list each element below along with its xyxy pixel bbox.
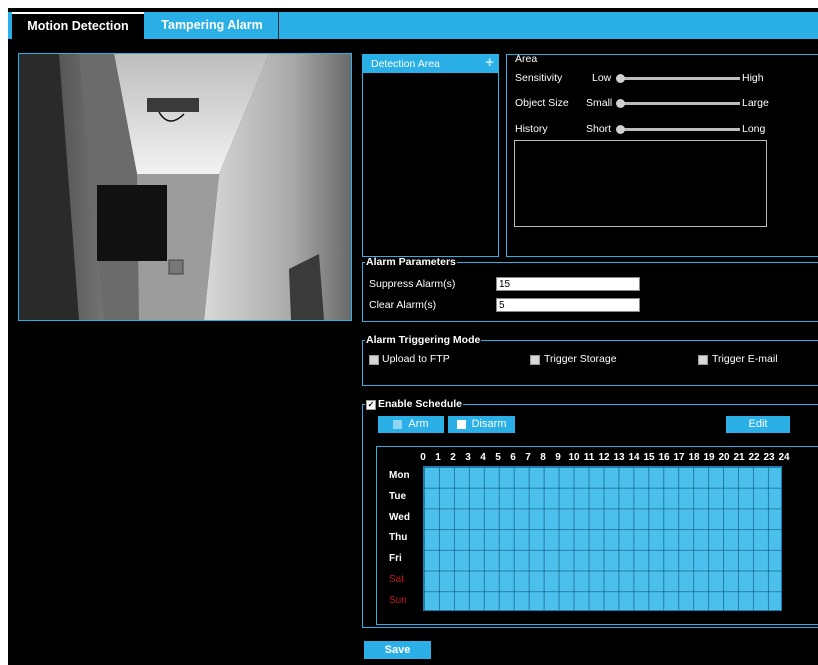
history-label: History — [515, 123, 548, 135]
tab-motion-detection[interactable]: Motion Detection — [12, 12, 144, 39]
object-size-min-label: Small — [586, 97, 613, 109]
day-label-thu: Thu — [389, 532, 408, 543]
hour-label-6: 6 — [510, 452, 516, 463]
hour-label-9: 9 — [555, 452, 561, 463]
hour-label-5: 5 — [495, 452, 501, 463]
hour-label-15: 15 — [643, 452, 655, 463]
hour-label-20: 20 — [718, 452, 730, 463]
camera-image — [19, 54, 351, 320]
object-size-label: Object Size — [515, 97, 569, 109]
disarm-swatch — [456, 419, 466, 429]
hour-label-21: 21 — [733, 452, 745, 463]
day-label-wed: Wed — [389, 512, 410, 523]
hour-label-18: 18 — [688, 452, 700, 463]
history-min-label: Short — [586, 123, 612, 135]
suppress-alarm-input[interactable]: 15 — [496, 277, 640, 291]
day-label-sun: Sun — [389, 595, 407, 606]
plus-icon[interactable]: + — [485, 54, 494, 72]
schedule-legend: ✓ Enable Schedule — [365, 398, 463, 410]
enable-schedule-label: Enable Schedule — [378, 398, 463, 410]
hour-label-17: 17 — [673, 452, 685, 463]
trigger-storage-label: Trigger Storage — [544, 353, 617, 365]
day-label-fri: Fri — [389, 553, 402, 564]
arm-button[interactable]: Arm — [378, 416, 444, 433]
trigger-email-label: Trigger E-mail — [712, 353, 778, 365]
edit-button[interactable]: Edit — [726, 416, 790, 433]
clear-alarm-input[interactable]: 5 — [496, 298, 640, 312]
hour-label-7: 7 — [525, 452, 531, 463]
object-size-slider[interactable] — [620, 102, 740, 105]
detection-area-header[interactable]: Detection Area + — [363, 54, 498, 73]
sensitivity-min-label: Low — [592, 72, 612, 84]
arm-label: Arm — [408, 418, 429, 430]
tab-bar: Motion Detection Tampering Alarm — [8, 12, 818, 39]
motion-detection-page: Motion Detection Tampering Alarm Detecti… — [8, 8, 818, 665]
hour-label-24: 24 — [778, 452, 790, 463]
save-button[interactable]: Save — [364, 641, 431, 659]
hour-label-1: 1 — [435, 452, 441, 463]
hour-label-11: 11 — [583, 452, 595, 463]
hour-label-13: 13 — [613, 452, 625, 463]
day-label-tue: Tue — [389, 491, 407, 502]
history-max-label: Long — [742, 123, 766, 135]
area-title: Area — [515, 53, 538, 65]
schedule-grid[interactable] — [423, 466, 782, 611]
disarm-label: Disarm — [471, 418, 507, 430]
sensitivity-label: Sensitivity — [515, 72, 563, 84]
hour-label-3: 3 — [465, 452, 471, 463]
object-size-max-label: Large — [742, 97, 769, 109]
upload-ftp-label: Upload to FTP — [382, 353, 450, 365]
suppress-alarm-label: Suppress Alarm(s) — [369, 278, 456, 290]
alarm-parameters-title: Alarm Parameters — [366, 256, 456, 268]
sensitivity-slider[interactable] — [620, 77, 740, 80]
clear-alarm-label: Clear Alarm(s) — [369, 299, 437, 311]
hour-label-4: 4 — [480, 452, 486, 463]
hour-label-12: 12 — [598, 452, 610, 463]
hour-label-19: 19 — [703, 452, 715, 463]
enable-schedule-checkbox[interactable]: ✓ — [366, 400, 376, 410]
trigger-storage-checkbox[interactable] — [530, 355, 540, 365]
day-label-mon: Mon — [389, 470, 410, 481]
hour-label-16: 16 — [658, 452, 670, 463]
history-slider-handle[interactable] — [616, 125, 625, 134]
hour-label-2: 2 — [450, 452, 456, 463]
camera-preview[interactable] — [18, 53, 352, 321]
disarm-button[interactable]: Disarm — [448, 416, 515, 433]
hour-label-22: 22 — [748, 452, 760, 463]
detection-area-label: Detection Area — [371, 58, 440, 70]
object-size-slider-handle[interactable] — [616, 99, 625, 108]
sensitivity-slider-handle[interactable] — [616, 74, 625, 83]
alarm-triggering-title: Alarm Triggering Mode — [366, 334, 481, 346]
day-label-sat: Sat — [389, 574, 405, 585]
hour-label-0: 0 — [420, 452, 426, 463]
detection-area-panel: Detection Area + — [362, 54, 499, 257]
trigger-email-checkbox[interactable] — [698, 355, 708, 365]
hour-label-14: 14 — [628, 452, 640, 463]
upload-ftp-checkbox[interactable] — [369, 355, 379, 365]
hour-label-10: 10 — [568, 452, 580, 463]
hour-label-8: 8 — [540, 452, 546, 463]
arm-swatch — [393, 419, 403, 429]
sensitivity-max-label: High — [742, 72, 764, 84]
area-preview-box — [514, 140, 767, 227]
hour-label-23: 23 — [763, 452, 775, 463]
history-slider[interactable] — [620, 128, 740, 131]
tab-tampering-alarm[interactable]: Tampering Alarm — [146, 12, 279, 39]
